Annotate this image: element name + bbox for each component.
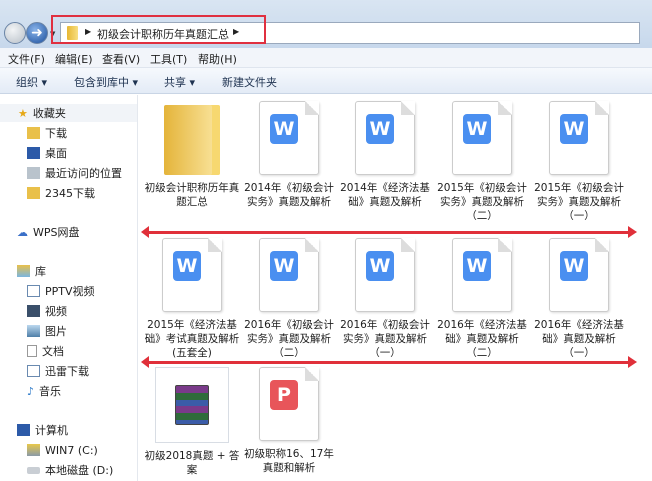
- sidebar-drive-c[interactable]: WIN7 (C:): [27, 441, 98, 459]
- sidebar-item-pptv[interactable]: PPTV视频: [27, 282, 95, 300]
- file-item[interactable]: W 2016年《初级会计实务》真题及解析（二）: [241, 238, 337, 360]
- folder-icon: [27, 187, 40, 199]
- library-folder-icon: [27, 365, 40, 377]
- wps-document-icon: W: [549, 238, 609, 312]
- wps-document-icon: W: [355, 238, 415, 312]
- organize-button[interactable]: 组织 ▾: [16, 74, 47, 90]
- sidebar-item-downloads[interactable]: 下载: [27, 124, 67, 142]
- sidebar-item-pictures[interactable]: 图片: [27, 322, 67, 340]
- file-item[interactable]: 初级会计职称历年真题汇总: [144, 101, 240, 209]
- file-type-badge: W: [560, 114, 588, 144]
- library-icon: [17, 265, 30, 277]
- computer-icon: [17, 424, 30, 436]
- sidebar-item-videos[interactable]: 视频: [27, 302, 67, 320]
- red-arrow-annotation: [141, 356, 637, 368]
- pictures-icon: [27, 325, 40, 337]
- red-arrow-annotation: [141, 226, 637, 238]
- file-item[interactable]: W 2015年《初级会计实务》真题及解析（二）: [434, 101, 530, 223]
- winrar-archive-icon: [155, 367, 229, 443]
- video-icon: [27, 305, 40, 317]
- navigation-pane: ★ 收藏夹 下载 桌面 最近访问的位置 2345下载 ☁ WPS网盘 库 PPTV视…: [0, 95, 138, 481]
- file-item[interactable]: W 2015年《初级会计实务》真题及解析（一）: [531, 101, 627, 223]
- file-name: 初级会计职称历年真题汇总: [144, 182, 240, 208]
- forward-button[interactable]: ➜: [26, 22, 48, 44]
- sidebar-item-recent[interactable]: 最近访问的位置: [27, 164, 122, 182]
- file-type-badge: W: [366, 114, 394, 144]
- highlight-box: [51, 15, 266, 44]
- library-folder-icon: [27, 285, 40, 297]
- file-name: 2016年《经济法基础》真题及解析（一）: [534, 319, 624, 359]
- downloads-folder-icon: [27, 127, 40, 139]
- file-name: 2015年《初级会计实务》真题及解析（一）: [534, 182, 624, 222]
- file-type-badge: P: [270, 380, 298, 410]
- wps-document-icon: W: [259, 238, 319, 312]
- music-icon: ♪: [27, 384, 35, 398]
- file-name: 2015年《经济法基础》考试真题及解析(五套全): [144, 319, 240, 359]
- share-button[interactable]: 共享 ▾: [164, 74, 195, 90]
- command-bar: 组织 ▾ 包含到库中 ▾ 共享 ▾ 新建文件夹: [0, 68, 652, 94]
- new-folder-button[interactable]: 新建文件夹: [222, 74, 277, 90]
- menu-view[interactable]: 查看(V): [102, 51, 140, 67]
- sidebar-drive-d[interactable]: 本地磁盘 (D:): [27, 461, 113, 479]
- file-name: 2014年《经济法基础》真题及解析: [340, 182, 430, 208]
- file-name: 2016年《初级会计实务》真题及解析（一）: [340, 319, 430, 359]
- file-name: 2016年《经济法基础》真题及解析（二）: [437, 319, 527, 359]
- menu-file[interactable]: 文件(F): [8, 51, 45, 67]
- file-type-badge: W: [366, 251, 394, 281]
- file-type-badge: W: [463, 251, 491, 281]
- file-type-badge: W: [270, 114, 298, 144]
- file-type-badge: W: [270, 251, 298, 281]
- menu-bar: 文件(F) 编辑(E) 查看(V) 工具(T) 帮助(H): [0, 48, 652, 68]
- file-type-badge: W: [560, 251, 588, 281]
- sidebar-wps-cloud[interactable]: ☁ WPS网盘: [17, 223, 80, 241]
- file-item[interactable]: W 2016年《初级会计实务》真题及解析（一）: [337, 238, 433, 360]
- title-bar: ➜ ▼ ▶ 初级会计职称历年真题汇总 ▶: [0, 0, 652, 48]
- file-item[interactable]: W 2014年《经济法基础》真题及解析: [337, 101, 433, 209]
- sidebar-computer[interactable]: 计算机: [17, 421, 68, 439]
- sidebar-item-thunder-downloads[interactable]: 迅雷下载: [27, 362, 89, 380]
- desktop-icon: [27, 147, 40, 159]
- sidebar-item-2345-downloads[interactable]: 2345下载: [27, 184, 95, 202]
- file-name: 2014年《初级会计实务》真题及解析: [244, 182, 334, 208]
- sidebar-item-desktop[interactable]: 桌面: [27, 144, 67, 162]
- pdf-file-icon: P: [259, 367, 319, 441]
- file-item[interactable]: W 2016年《经济法基础》真题及解析（二）: [434, 238, 530, 360]
- menu-help[interactable]: 帮助(H): [198, 51, 237, 67]
- file-list: 初级会计职称历年真题汇总 W 2014年《初级会计实务》真题及解析 W 2014年《经济…: [139, 95, 652, 481]
- file-name: 初级2018真题 + 答案: [144, 450, 240, 476]
- file-name: 2015年《初级会计实务》真题及解析（二）: [437, 182, 527, 222]
- file-type-badge: W: [173, 251, 201, 281]
- file-item[interactable]: 初级2018真题 + 答案: [144, 367, 240, 477]
- file-name: 初级职称16、17年真题和解析: [244, 448, 334, 474]
- cloud-icon: ☁: [17, 225, 28, 239]
- include-in-library-button[interactable]: 包含到库中 ▾: [74, 74, 138, 90]
- sidebar-favorites[interactable]: ★ 收藏夹: [0, 104, 137, 122]
- menu-tools[interactable]: 工具(T): [150, 51, 187, 67]
- file-type-badge: W: [463, 114, 491, 144]
- hard-drive-icon: [27, 466, 40, 474]
- recent-places-icon: [27, 167, 40, 179]
- documents-icon: [27, 345, 37, 357]
- file-item[interactable]: W 2015年《经济法基础》考试真题及解析(五套全): [144, 238, 240, 360]
- back-button[interactable]: [4, 22, 26, 44]
- folder-icon: [164, 105, 220, 175]
- menu-edit[interactable]: 编辑(E): [55, 51, 93, 67]
- wps-document-icon: W: [452, 101, 512, 175]
- file-item[interactable]: P 初级职称16、17年真题和解析: [241, 367, 337, 475]
- wps-document-icon: W: [549, 101, 609, 175]
- sidebar-item-music[interactable]: ♪ 音乐: [27, 382, 61, 400]
- file-item[interactable]: W 2014年《初级会计实务》真题及解析: [241, 101, 337, 209]
- file-name: 2016年《初级会计实务》真题及解析（二）: [244, 319, 334, 359]
- star-icon: ★: [18, 106, 28, 120]
- wps-document-icon: W: [355, 101, 415, 175]
- sidebar-libraries[interactable]: 库: [17, 262, 46, 280]
- file-item[interactable]: W 2016年《经济法基础》真题及解析（一）: [531, 238, 627, 360]
- sidebar-item-documents[interactable]: 文档: [27, 342, 64, 360]
- system-drive-icon: [27, 444, 40, 456]
- wps-document-icon: W: [162, 238, 222, 312]
- wps-document-icon: W: [259, 101, 319, 175]
- wps-document-icon: W: [452, 238, 512, 312]
